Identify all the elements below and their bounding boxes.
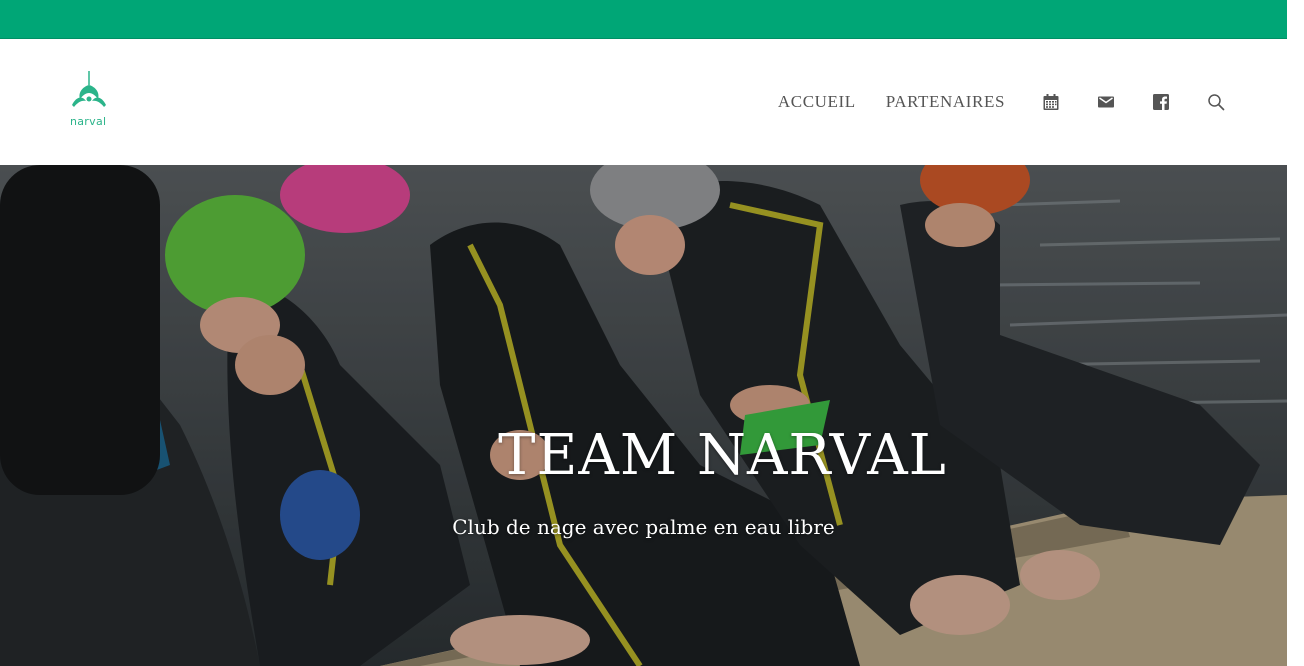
site-logo[interactable]: narval <box>64 71 114 133</box>
top-accent-bar <box>0 0 1287 39</box>
site-header: narval ACCUEIL PARTENAIRES <box>0 39 1287 165</box>
facebook-icon[interactable] <box>1152 93 1170 111</box>
nav-accueil[interactable]: ACCUEIL <box>778 92 856 112</box>
main-nav: ACCUEIL PARTENAIRES <box>748 39 1225 165</box>
nav-partenaires[interactable]: PARTENAIRES <box>886 92 1005 112</box>
hero-overlay <box>0 165 1287 666</box>
hero-banner: TEAM NARVAL Club de nage avec palme en e… <box>0 165 1287 666</box>
page-edge <box>1287 0 1304 666</box>
hero-subtitle: Club de nage avec palme en eau libre <box>452 515 835 539</box>
calendar-icon[interactable] <box>1042 93 1060 111</box>
search-icon[interactable] <box>1207 93 1225 111</box>
hero-title: TEAM NARVAL <box>498 423 947 488</box>
narwhal-logo-icon <box>72 71 106 107</box>
logo-text: narval <box>70 115 107 128</box>
mail-icon[interactable] <box>1097 93 1115 111</box>
